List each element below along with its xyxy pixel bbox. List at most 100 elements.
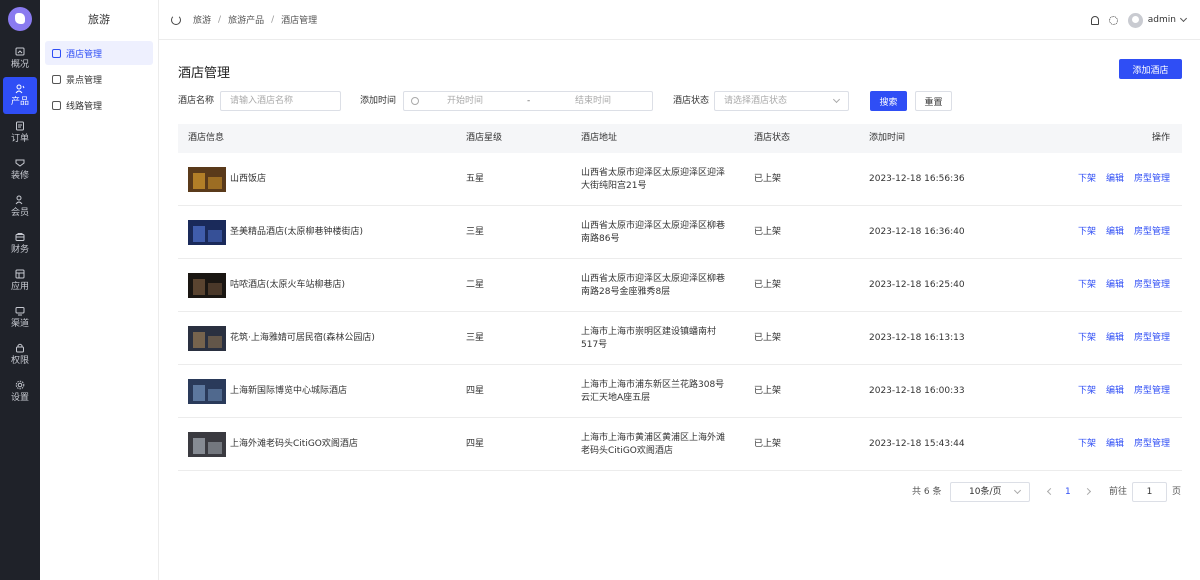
hotel-status: 已上架 bbox=[754, 174, 782, 184]
start-time-placeholder: 开始时间 bbox=[447, 96, 484, 106]
room-type-button[interactable]: 房型管理 bbox=[1134, 312, 1170, 365]
settings-icon bbox=[15, 380, 25, 390]
unlist-button[interactable]: 下架 bbox=[1078, 259, 1096, 312]
rail-item[interactable]: 设置 bbox=[0, 373, 40, 410]
breadcrumb-item[interactable]: 旅游 bbox=[193, 13, 211, 26]
edit-button[interactable]: 编辑 bbox=[1106, 206, 1124, 259]
row-actions: 下架 编辑 房型管理 bbox=[1078, 365, 1170, 418]
sub-nav-item-label: 线路管理 bbox=[66, 101, 103, 112]
rail-item[interactable]: 概况 bbox=[0, 40, 40, 77]
sub-nav-item[interactable]: 线路管理 bbox=[45, 93, 153, 117]
rail-item[interactable]: 会员 bbox=[0, 188, 40, 225]
hotel-name: 山西饭店 bbox=[230, 174, 267, 184]
rail-item[interactable]: 渠道 bbox=[0, 299, 40, 336]
add-hotel-button[interactable]: 添加酒店 bbox=[1119, 59, 1182, 79]
product-icon bbox=[15, 84, 25, 94]
hotel-add-time: 2023-12-18 15:43:44 bbox=[869, 439, 965, 449]
table-row: 咕哝酒店(太原火车站柳巷店) 二星 山西省太原市迎泽区太原迎泽区柳巷南路28号金座雅… bbox=[178, 259, 1182, 312]
breadcrumb-item[interactable]: 旅游产品 bbox=[228, 13, 264, 26]
unlist-button[interactable]: 下架 bbox=[1078, 153, 1096, 206]
edit-button[interactable]: 编辑 bbox=[1106, 259, 1124, 312]
finance-icon bbox=[15, 232, 25, 242]
hotel-thumbnail bbox=[188, 326, 226, 351]
lock-icon bbox=[15, 343, 25, 353]
search-button[interactable]: 搜索 bbox=[870, 91, 907, 111]
sub-nav-item[interactable]: 酒店管理 bbox=[45, 41, 153, 65]
room-type-button[interactable]: 房型管理 bbox=[1134, 365, 1170, 418]
hotel-star: 五星 bbox=[466, 174, 485, 184]
row-actions: 下架 编辑 房型管理 bbox=[1078, 153, 1170, 206]
hotel-star: 三星 bbox=[466, 227, 485, 237]
gear-icon[interactable] bbox=[1108, 15, 1118, 25]
goto-label: 前往 bbox=[1109, 487, 1128, 497]
sub-nav-title: 旅游 bbox=[88, 13, 110, 26]
rail-item[interactable]: 订单 bbox=[0, 114, 40, 151]
table-row: 上海新国际博览中心城际酒店 四星 上海市上海市浦东新区兰花路308号云汇天地A座五层… bbox=[178, 365, 1182, 418]
hotel-status: 已上架 bbox=[754, 439, 782, 449]
member-icon bbox=[15, 195, 25, 205]
edit-button[interactable]: 编辑 bbox=[1106, 418, 1124, 471]
room-type-button[interactable]: 房型管理 bbox=[1134, 418, 1170, 471]
sub-nav: 旅游 酒店管理 景点管理线路管理 bbox=[40, 0, 159, 580]
edit-button[interactable]: 编辑 bbox=[1106, 153, 1124, 206]
rail-item[interactable]: 产品 bbox=[3, 77, 37, 114]
edit-button[interactable]: 编辑 bbox=[1106, 312, 1124, 365]
hotel-name: 咕哝酒店(太原火车站柳巷店) bbox=[230, 280, 346, 290]
hotel-status: 已上架 bbox=[754, 227, 782, 237]
unlist-button[interactable]: 下架 bbox=[1078, 418, 1096, 471]
hotel-address: 上海市上海市浦东新区兰花路308号云汇天地A座五层 bbox=[581, 380, 725, 403]
hotel-status: 已上架 bbox=[754, 333, 782, 343]
chevron-down-icon bbox=[1013, 486, 1022, 495]
hotel-thumbnail bbox=[188, 167, 226, 192]
total-count: 共 6 条 bbox=[912, 487, 942, 497]
avatar bbox=[1127, 12, 1143, 28]
room-type-button[interactable]: 房型管理 bbox=[1134, 153, 1170, 206]
table-row: 上海外滩老码头CitiGO欢阁酒店 四星 上海市上海市黄浦区黄浦区上海外滩老码头Ci… bbox=[178, 418, 1182, 471]
hotel-name-input[interactable]: 请输入酒店名称 bbox=[220, 91, 341, 111]
next-page-icon[interactable] bbox=[1083, 487, 1092, 496]
rail-item[interactable]: 应用 bbox=[0, 262, 40, 299]
chevron-down-icon bbox=[832, 95, 841, 104]
sub-nav-item[interactable]: 景点管理 bbox=[45, 67, 153, 91]
rail-item[interactable]: 装修 bbox=[0, 151, 40, 188]
hotel-thumbnail bbox=[188, 273, 226, 298]
decor-icon bbox=[15, 158, 25, 168]
room-type-button[interactable]: 房型管理 bbox=[1134, 206, 1170, 259]
hotel-address: 上海市上海市黄浦区黄浦区上海外滩老码头CitiGO欢阁酒店 bbox=[581, 433, 726, 456]
route-icon bbox=[52, 100, 61, 110]
rail-item[interactable]: 权限 bbox=[0, 336, 40, 373]
hotel-name-placeholder: 请输入酒店名称 bbox=[230, 96, 294, 106]
room-type-button[interactable]: 房型管理 bbox=[1134, 259, 1170, 312]
hotel-add-time: 2023-12-18 16:36:40 bbox=[869, 227, 965, 237]
top-right-tools: admin bbox=[1090, 0, 1188, 40]
refresh-icon[interactable] bbox=[171, 14, 181, 25]
row-actions: 下架 编辑 房型管理 bbox=[1078, 312, 1170, 365]
hotel-add-time: 2023-12-18 16:00:33 bbox=[869, 386, 965, 396]
page-size-select[interactable]: 10条/页 bbox=[950, 482, 1030, 502]
bell-icon[interactable] bbox=[1090, 15, 1099, 25]
unlist-button[interactable]: 下架 bbox=[1078, 365, 1096, 418]
chevron-down-icon bbox=[1179, 14, 1188, 23]
current-page[interactable]: 1 bbox=[1065, 482, 1071, 502]
hotel-star: 二星 bbox=[466, 280, 485, 290]
hotel-name: 上海外滩老码头CitiGO欢阁酒店 bbox=[230, 439, 358, 449]
rail-item-label: 概况 bbox=[10, 59, 29, 70]
goto-page-input[interactable] bbox=[1132, 482, 1167, 502]
reset-button[interactable]: 重置 bbox=[915, 91, 952, 111]
rail-item-label: 产品 bbox=[10, 96, 29, 107]
prev-page-icon[interactable] bbox=[1046, 487, 1055, 496]
user-menu[interactable]: admin bbox=[1127, 12, 1188, 28]
hotel-name: 圣美精品酒店(太原柳巷钟楼街店) bbox=[230, 227, 364, 237]
rail-item[interactable]: 财务 bbox=[0, 225, 40, 262]
filter-bar: 酒店名称 请输入酒店名称 添加时间 开始时间 - 结束时间 酒店状态 请选择酒店… bbox=[178, 91, 1182, 111]
unlist-button[interactable]: 下架 bbox=[1078, 206, 1096, 259]
date-range-picker[interactable]: 开始时间 - 结束时间 bbox=[403, 91, 653, 111]
unlist-button[interactable]: 下架 bbox=[1078, 312, 1096, 365]
breadcrumb-separator: / bbox=[218, 14, 222, 25]
edit-button[interactable]: 编辑 bbox=[1106, 365, 1124, 418]
hotel-status-select[interactable]: 请选择酒店状态 bbox=[714, 91, 849, 111]
range-separator: - bbox=[527, 96, 531, 106]
channel-icon bbox=[15, 306, 25, 316]
overview-icon bbox=[15, 47, 25, 57]
hotel-thumbnail bbox=[188, 220, 226, 245]
